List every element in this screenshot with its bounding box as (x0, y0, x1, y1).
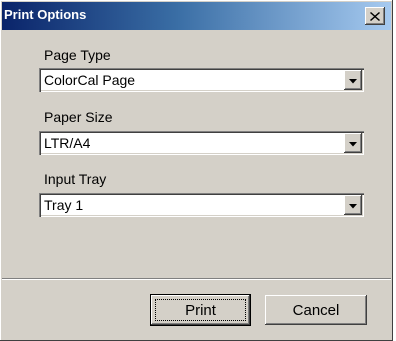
separator (2, 278, 391, 280)
paper-size-value: LTR/A4 (44, 135, 91, 151)
page-type-dropdown-button[interactable] (344, 70, 362, 90)
cancel-button-label: Cancel (292, 301, 340, 319)
paper-size-dropdown-button[interactable] (344, 133, 362, 153)
chevron-down-icon (349, 196, 357, 214)
focus-rectangle (155, 299, 246, 321)
chevron-down-icon (349, 134, 357, 152)
page-type-dropdown[interactable]: ColorCal Page (39, 68, 364, 92)
chevron-down-icon (349, 71, 357, 89)
close-icon (370, 11, 380, 21)
input-tray-label: Input Tray (44, 171, 107, 187)
print-options-dialog: Print Options Page Type ColorCal Page Pa… (0, 0, 393, 341)
paper-size-label: Paper Size (44, 109, 113, 125)
input-tray-value: Tray 1 (44, 197, 84, 213)
print-button[interactable]: Print (151, 295, 250, 325)
page-type-value: ColorCal Page (44, 72, 136, 88)
input-tray-dropdown[interactable]: Tray 1 (39, 193, 364, 217)
title-bar[interactable]: Print Options (2, 2, 391, 30)
input-tray-dropdown-button[interactable] (344, 195, 362, 215)
cancel-button[interactable]: Cancel (265, 295, 367, 325)
page-type-label: Page Type (44, 47, 111, 63)
window-title: Print Options (4, 7, 87, 22)
close-button[interactable] (365, 7, 385, 25)
paper-size-dropdown[interactable]: LTR/A4 (39, 131, 364, 155)
